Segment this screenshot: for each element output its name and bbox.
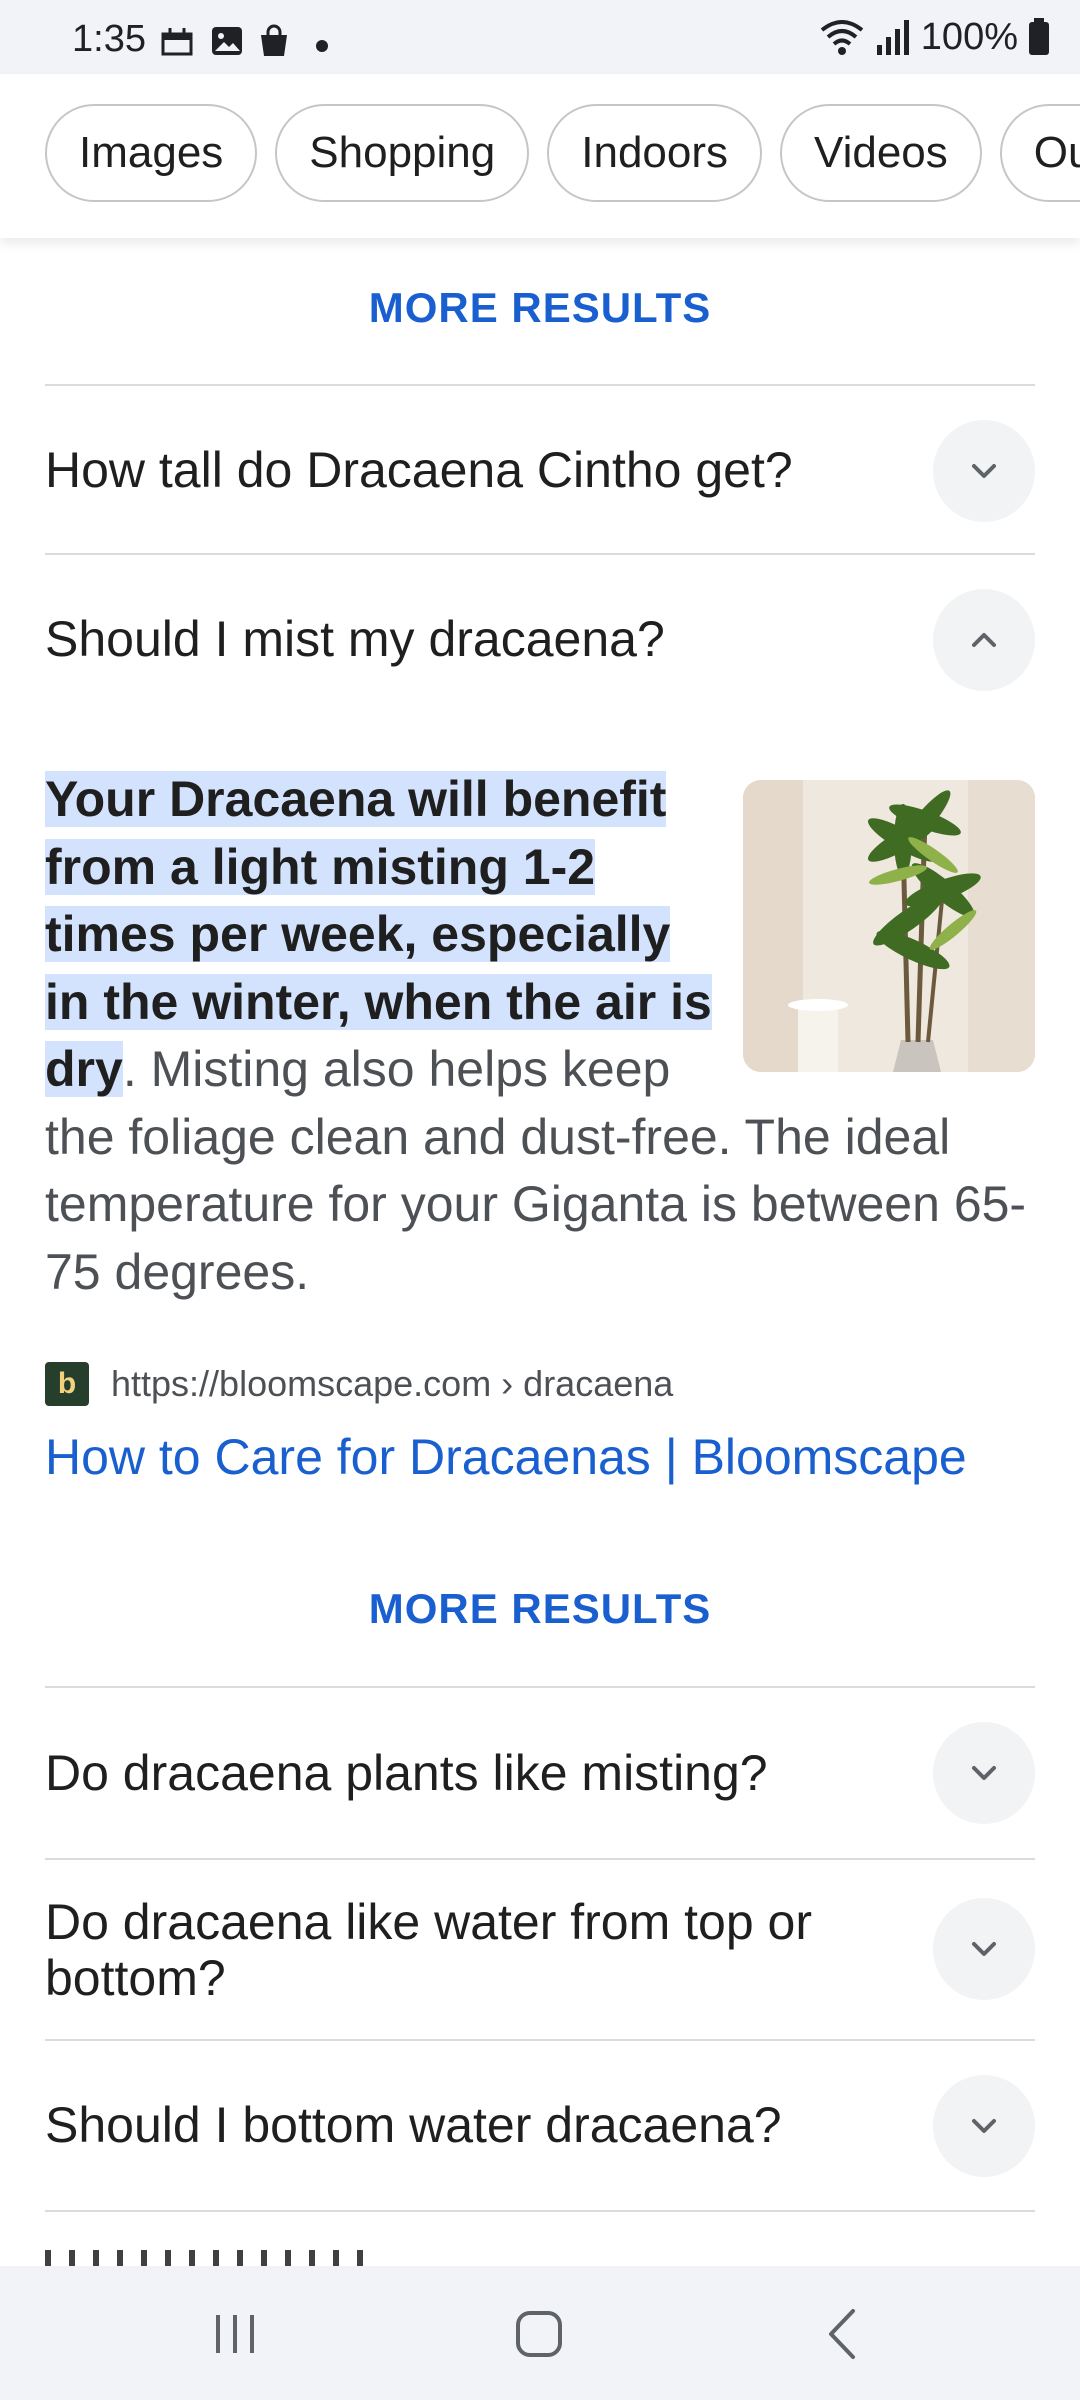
more-results-button-bottom[interactable]: MORE RESULTS <box>0 1585 1080 1633</box>
status-time: 1:35 <box>72 18 146 60</box>
chip-images[interactable]: Images <box>45 104 258 202</box>
faq-question-text: How tall do Dracaena Cintho get? <box>45 442 793 498</box>
source-row[interactable]: b https://bloomscape.com › dracaena <box>45 1362 673 1406</box>
back-button[interactable] <box>808 2299 878 2369</box>
collapse-button[interactable] <box>933 589 1035 691</box>
more-results-button-top[interactable]: MORE RESULTS <box>0 284 1080 332</box>
chevron-up-icon <box>972 633 996 647</box>
dracaena-plant-image[interactable] <box>743 780 1035 1072</box>
shopping-bag-icon <box>261 24 287 56</box>
chevron-down-icon <box>972 2119 996 2133</box>
chevron-down-icon <box>972 1766 996 1780</box>
back-icon <box>829 2309 855 2359</box>
expand-button[interactable] <box>933 420 1035 522</box>
recents-icon <box>216 2315 254 2353</box>
faq-answer: Your Dracaena will benefit from a light … <box>45 766 1035 1306</box>
bloomscape-favicon-icon: b <box>45 1362 89 1406</box>
chevron-down-icon <box>972 464 996 478</box>
recents-button[interactable] <box>200 2299 270 2369</box>
expand-button[interactable] <box>933 2075 1035 2177</box>
faq-question-row[interactable]: Do dracaena plants like misting? <box>45 1688 1035 1858</box>
home-button[interactable] <box>504 2299 574 2369</box>
chip-outdoors[interactable]: Outd <box>999 104 1080 202</box>
battery-percent: 100% <box>920 15 1018 58</box>
faq-question-row[interactable]: Do dracaena like water from top or botto… <box>45 1860 1035 2040</box>
expand-button[interactable] <box>933 1898 1035 2000</box>
signal-icon <box>876 20 909 55</box>
chip-shopping[interactable]: Shopping <box>275 104 530 202</box>
status-right: 100% <box>819 14 1050 60</box>
result-title-link[interactable]: How to Care for Dracaenas | Bloomscape <box>45 1428 967 1486</box>
faq-question-row-clipped[interactable] <box>45 2250 1035 2266</box>
faq-question-text: Do dracaena like water from top or botto… <box>45 1894 813 2006</box>
search-filter-chips-bar: Images Shopping Indoors Videos Outd <box>0 74 1080 238</box>
source-url: https://bloomscape.com › dracaena <box>111 1363 674 1404</box>
calendar-icon <box>161 28 193 56</box>
battery-icon <box>1029 18 1049 55</box>
chevron-down-icon <box>972 1942 996 1956</box>
faq-question-row[interactable]: Should I bottom water dracaena? <box>45 2041 1035 2211</box>
home-icon <box>516 2311 562 2357</box>
answer-rest: . Misting also helps keep the foliage cl… <box>45 1041 1027 1300</box>
notification-dot-icon <box>316 40 328 52</box>
expand-button[interactable] <box>933 1722 1035 1824</box>
faq-question-text: Should I mist my dracaena? <box>45 611 665 667</box>
divider <box>45 2210 1035 2212</box>
faq-question-row[interactable]: How tall do Dracaena Cintho get? <box>45 386 1035 554</box>
plant-photo <box>743 780 1035 1072</box>
gallery-icon <box>212 27 242 55</box>
faq-question-row-expanded[interactable]: Should I mist my dracaena? <box>45 555 1035 723</box>
status-bar: 1:35 100% <box>0 0 1080 74</box>
wifi-icon <box>820 20 864 55</box>
chip-indoors[interactable]: Indoors <box>547 104 763 202</box>
system-navigation-bar <box>0 2266 1080 2400</box>
chip-videos[interactable]: Videos <box>780 104 982 202</box>
faq-question-text: Do dracaena plants like misting? <box>45 1745 768 1801</box>
faq-question-text: Should I bottom water dracaena? <box>45 2097 782 2153</box>
